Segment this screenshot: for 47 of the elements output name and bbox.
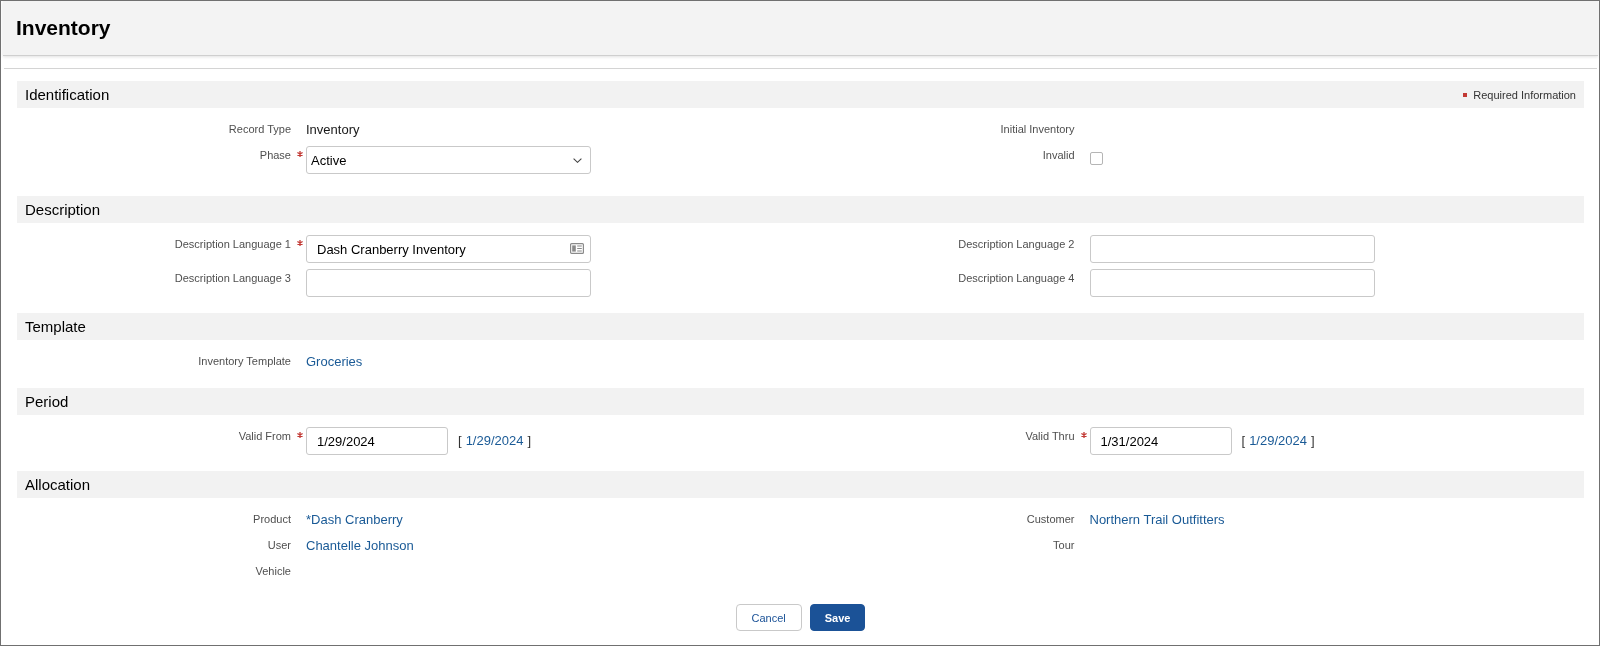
field-label: User bbox=[266, 538, 291, 553]
field-label: Invalid bbox=[1041, 148, 1075, 163]
date-field[interactable]: 1/29/2024 bbox=[306, 427, 448, 455]
checkbox[interactable] bbox=[1089, 152, 1103, 165]
field-label: Inventory Template bbox=[197, 354, 291, 369]
field-label: Description Language 2 bbox=[957, 237, 1075, 252]
date-link[interactable]: 1/29/2024 bbox=[1249, 431, 1307, 451]
field-label: Product bbox=[252, 512, 291, 527]
field-label: Record Type bbox=[227, 122, 291, 137]
field-label: Description Language 4 bbox=[957, 271, 1075, 286]
field-label: Valid Thru bbox=[1024, 429, 1075, 444]
chevron-down-icon bbox=[573, 157, 582, 163]
section-title: Identification bbox=[25, 86, 110, 103]
field-label: Initial Inventory bbox=[999, 122, 1075, 137]
card-icon[interactable] bbox=[570, 243, 584, 254]
required-icon bbox=[1463, 92, 1468, 97]
field-label: Vehicle bbox=[254, 564, 291, 579]
section-title: Description bbox=[25, 201, 101, 218]
field-link[interactable]: Chantelle Johnson bbox=[306, 536, 414, 556]
field-link[interactable]: Groceries bbox=[306, 352, 363, 372]
text-field[interactable] bbox=[1089, 269, 1375, 297]
field-link[interactable]: Northern Trail Outfitters bbox=[1089, 510, 1225, 530]
field-label: Phase bbox=[258, 148, 291, 163]
field-label: Description Language 3 bbox=[173, 271, 291, 286]
field-label: Description Language 1 bbox=[173, 237, 291, 252]
date-link[interactable]: 1/29/2024 bbox=[465, 431, 524, 451]
field-value: Inventory bbox=[306, 121, 360, 139]
date-field[interactable]: 1/31/2024 bbox=[1089, 427, 1232, 455]
bracket-text: [ bbox=[1241, 432, 1246, 450]
bracket-text: [ bbox=[458, 432, 462, 450]
text-field[interactable] bbox=[306, 269, 591, 297]
section-title: Allocation bbox=[25, 476, 91, 493]
save-button[interactable]: Save bbox=[809, 604, 866, 631]
bracket-text: ] bbox=[527, 432, 532, 450]
text-field[interactable] bbox=[1089, 235, 1375, 263]
cancel-button[interactable]: Cancel bbox=[735, 604, 802, 631]
select-field[interactable]: Active bbox=[306, 146, 591, 174]
field-link[interactable]: *Dash Cranberry bbox=[306, 510, 403, 530]
section-title: Period bbox=[25, 393, 69, 410]
required-legend: Required Information bbox=[1473, 88, 1576, 101]
text-field[interactable]: Dash Cranberry Inventory bbox=[306, 235, 591, 263]
field-label: Tour bbox=[1052, 538, 1075, 553]
field-label: Valid From bbox=[237, 429, 291, 444]
bracket-text: ] bbox=[1310, 432, 1315, 450]
page-title: Inventory bbox=[16, 16, 111, 40]
section-title: Template bbox=[25, 318, 86, 335]
field-label: Customer bbox=[1025, 512, 1075, 527]
